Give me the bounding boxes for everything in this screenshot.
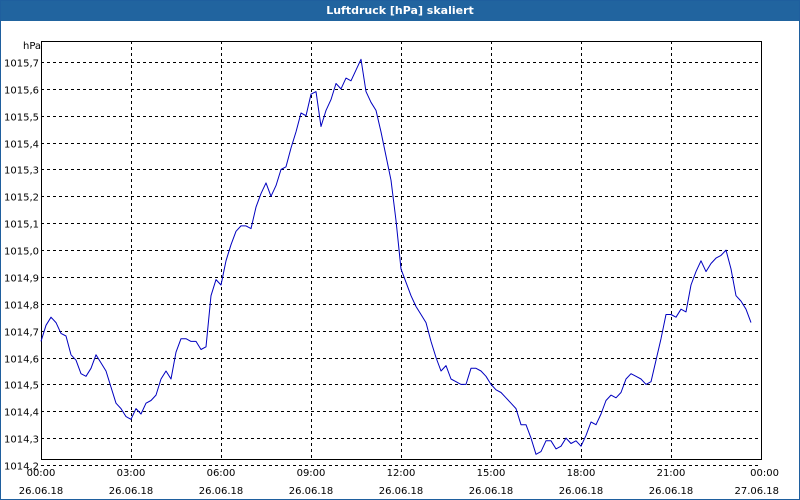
x-tick-date: 26.06.18 bbox=[199, 486, 244, 497]
y-tick-label: 1015,5 bbox=[4, 113, 39, 124]
x-tick-time: 06:00 bbox=[207, 468, 236, 479]
x-tick-date: 26.06.18 bbox=[559, 486, 604, 497]
y-tick-label: 1014,7 bbox=[4, 328, 39, 339]
y-tick-label: 1015,1 bbox=[4, 220, 39, 231]
y-tick-label: 1015,2 bbox=[4, 193, 39, 204]
x-tick-date: 26.06.18 bbox=[109, 486, 154, 497]
line-chart: hPa 1014,21014,31014,41014,51014,61014,7… bbox=[4, 41, 779, 497]
x-tick-date: 26.06.18 bbox=[649, 486, 694, 497]
y-tick-label: 1014,5 bbox=[4, 381, 39, 392]
window-title: Luftdruck [hPa] skaliert bbox=[1, 1, 799, 21]
y-tick-label: 1015,3 bbox=[4, 166, 39, 177]
y-tick-label: 1014,3 bbox=[4, 435, 39, 446]
y-axis-ticks: 1014,21014,31014,41014,51014,61014,71014… bbox=[4, 59, 39, 473]
y-tick-label: 1014,6 bbox=[4, 355, 39, 366]
x-tick-time: 00:00 bbox=[750, 468, 779, 479]
y-tick-label: 1014,8 bbox=[4, 301, 39, 312]
x-tick-time: 12:00 bbox=[387, 468, 416, 479]
chart-window: Luftdruck [hPa] skaliert hPa 1014,2 1014,… bbox=[0, 0, 800, 500]
x-tick-date: 26.06.18 bbox=[469, 486, 514, 497]
x-tick-time: 03:00 bbox=[117, 468, 146, 479]
series-line bbox=[40, 58, 752, 455]
y-tick-label: 1015,0 bbox=[4, 247, 39, 258]
x-tick-time: 00:00 bbox=[27, 468, 56, 479]
x-axis-ticks: 00:00 26.06.18 03:00 26.06.18 06:00 26.06.18 0… bbox=[19, 468, 779, 497]
y-tick-label: 1015,4 bbox=[4, 140, 39, 151]
y-axis-unit-label: hPa bbox=[23, 41, 41, 52]
x-tick-time: 09:00 bbox=[297, 468, 326, 479]
y-tick-label: 1015,7 bbox=[4, 59, 39, 70]
x-tick-time: 21:00 bbox=[657, 468, 686, 479]
x-tick-date: 26.06.18 bbox=[19, 486, 64, 497]
series-layer bbox=[40, 58, 752, 455]
x-tick-date: 26.06.18 bbox=[379, 486, 424, 497]
y-tick-label: 1014,4 bbox=[4, 408, 39, 419]
x-tick-date: 26.06.18 bbox=[289, 486, 334, 497]
x-tick-date: 27.06.18 bbox=[734, 486, 779, 497]
y-tick-label: 1014,9 bbox=[4, 274, 39, 285]
y-tick-label: 1015,6 bbox=[4, 86, 39, 97]
x-tick-time: 15:00 bbox=[477, 468, 506, 479]
x-tick-time: 18:00 bbox=[567, 468, 596, 479]
